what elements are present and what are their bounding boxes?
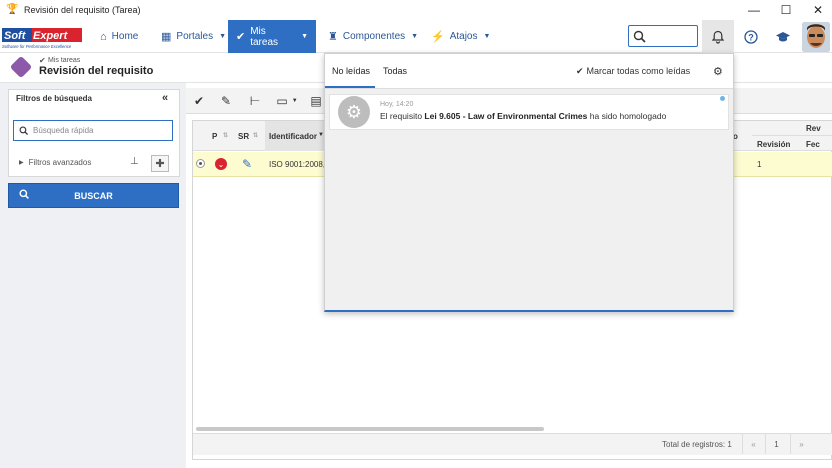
trophy-icon: ♜ [328,31,338,43]
page-title: Revisión del requisito [39,65,154,77]
print-icon[interactable]: ▤ [308,88,324,114]
notification-requirement-name[interactable]: Lei 9.605 - Law of Environmental Crimes [424,111,587,121]
first-page-button[interactable]: « [742,434,764,454]
bolt-icon: ⚡ [431,31,445,43]
mark-all-read-button[interactable]: ✔ Marcar todas como leídas [576,66,690,77]
caret-right-icon: ▶ [19,160,24,166]
filter-panel-header: Filtros de búsqueda [16,94,93,103]
caret-down-icon: ▼ [219,33,227,40]
notification-time: Hoy, 14:20 [380,101,414,108]
edit-document-icon[interactable]: ✎ [242,157,252,171]
row-radio[interactable] [196,159,205,168]
softexpert-logo[interactable]: Soft Expert Software for Performance Exc… [2,26,86,50]
gear-icon: ⚙ [338,96,370,128]
row-revision: 1 [757,160,762,169]
user-avatar[interactable] [802,22,830,52]
notification-prefix: El requisito [380,111,425,121]
tab-unread[interactable]: No leídas [332,66,370,76]
nav-mis-tareas[interactable]: ✔ Mis tareas ▼ [228,20,316,53]
svg-text:Expert: Expert [33,30,69,42]
sort-icon[interactable]: ⇅ [223,132,228,139]
last-page-button[interactable]: » [790,434,812,454]
notification-text: El requisito Lei 9.605 - Law of Environm… [380,111,666,121]
nav-componentes[interactable]: ♜ Componentes ▼ [320,20,426,53]
gear-icon[interactable]: ⚙ [713,65,723,78]
graduation-cap-icon [776,31,790,41]
column-header-fecha[interactable]: Fec [806,140,820,149]
total-records: Total de registros: 1 [662,440,732,449]
maximize-button[interactable]: ☐ [770,0,802,20]
edit-pencil-icon[interactable]: ✎ [213,88,239,114]
clear-filters-icon[interactable]: ⊥ [130,156,139,167]
grid-footer [193,433,832,455]
bell-icon [711,30,725,44]
collapse-panel-icon[interactable]: « [162,92,168,104]
window-titlebar: 🏆 Revisión del requisito (Tarea) [0,0,832,20]
help-icon: ? [744,29,758,44]
caret-down-icon: ▼ [483,33,491,40]
caret-down-icon: ▼ [291,98,298,104]
breadcrumb-parent[interactable]: Mis tareas [48,57,80,64]
advanced-filters-toggle[interactable]: ▶ Filtros avanzados [19,158,91,167]
nav-atajos[interactable]: ⚡ Atajos ▼ [423,20,498,53]
status-overdue-icon: ⌄ [215,158,227,170]
nav-portales-label: Portales [176,31,214,42]
help-button[interactable]: ? [736,20,766,53]
grid-icon: ▦ [161,31,172,43]
unread-dot [720,96,725,101]
check-icon: ✔ [236,31,246,43]
nav-mis-tareas-label: Mis tareas [250,25,279,48]
advanced-filters-label: Filtros avanzados [28,158,92,167]
home-icon: ⌂ [100,30,107,43]
column-header-p[interactable]: P [212,132,217,141]
row-identificador: ISO 9001:2008, [269,160,326,169]
execute-check-icon[interactable]: ✔ [186,88,212,114]
page-number[interactable]: 1 [765,434,787,454]
hierarchy-icon[interactable]: ⊢ [242,88,268,114]
quick-search-input[interactable]: Búsqueda rápida [13,120,173,141]
column-header-sr[interactable]: SR [238,132,249,141]
tab-all[interactable]: Todas [383,66,407,76]
horizontal-scrollbar[interactable] [196,427,544,431]
search-icon [633,30,646,43]
sort-icon[interactable]: ⇅ [253,132,258,139]
quick-search-placeholder: Búsqueda rápida [33,126,94,135]
close-button[interactable]: ✕ [802,0,832,20]
search-icon [19,125,29,135]
nav-portales[interactable]: ▦ Portales ▼ [153,20,234,53]
minimize-button[interactable]: — [738,0,770,20]
check-icon: ✔ [576,66,584,76]
search-button[interactable]: BUSCAR [8,183,179,208]
caret-down-icon: ▼ [301,33,308,40]
active-tab-indicator [325,86,375,88]
nav-atajos-label: Atajos [449,31,478,42]
search-button-label: BUSCAR [74,190,113,201]
nav-componentes-label: Componentes [342,31,406,42]
mark-all-read-label: Marcar todas como leídas [586,66,691,76]
column-header-revision[interactable]: Revisión [757,140,790,149]
svg-text:?: ? [748,32,754,42]
learning-button[interactable] [768,20,798,53]
view-window-icon[interactable]: ▭ ▼ [270,88,304,114]
global-search-input[interactable] [628,25,698,47]
column-header-identificador[interactable]: Identificador [269,132,317,141]
svg-text:Soft: Soft [4,30,27,42]
search-icon [19,188,30,203]
column-group-revision: Rev [806,124,821,133]
notifications-popup [324,53,734,312]
svg-text:Software for Performance Excel: Software for Performance Excellence [2,44,72,49]
window-title: Revisión del requisito (Tarea) [24,5,141,15]
notifications-button[interactable] [702,20,734,53]
notification-suffix: ha sido homologado [587,111,667,121]
trophy-icon: 🏆 [6,4,19,15]
nav-home[interactable]: ⌂ Home [92,20,146,53]
check-icon: ✔ [39,56,46,65]
nav-home-label: Home [111,31,139,42]
header-divider [752,135,832,136]
caret-down-icon: ▼ [411,33,419,40]
add-filter-button[interactable]: ✚ [151,155,169,172]
